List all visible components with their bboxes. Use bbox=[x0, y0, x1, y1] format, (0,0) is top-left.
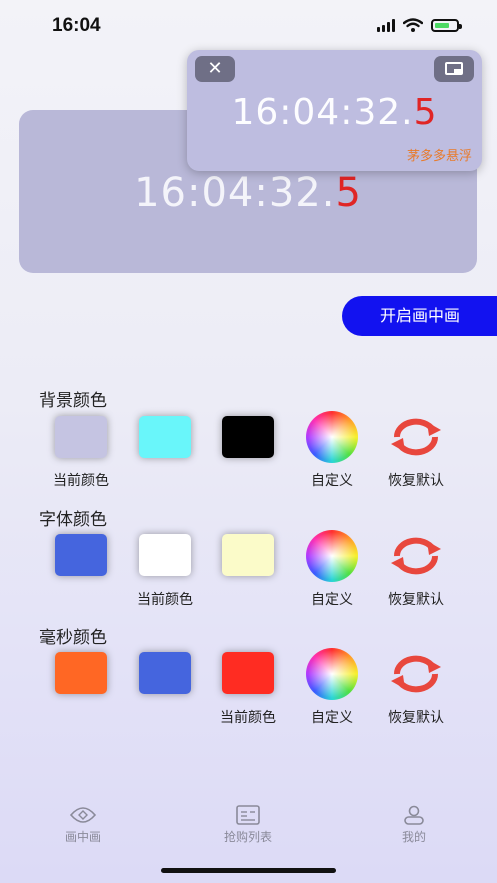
battery-icon bbox=[431, 18, 462, 32]
font-color-title: 字体颜色 bbox=[39, 510, 107, 530]
tab-me-label: 我的 bbox=[401, 830, 426, 844]
close-icon: ✕ bbox=[207, 58, 223, 79]
close-button[interactable]: ✕ bbox=[195, 56, 235, 82]
ms-custom-label: 自定义 bbox=[311, 710, 353, 726]
ms-reset-label: 恢复默认 bbox=[388, 710, 444, 726]
font-custom-color-wheel-icon[interactable] bbox=[306, 530, 358, 582]
bg-reset-icon[interactable] bbox=[389, 416, 443, 458]
preview-clock: 16:04:32.5 bbox=[134, 170, 362, 216]
background-color-title: 背景颜色 bbox=[39, 391, 107, 411]
cellular-signal-icon bbox=[377, 18, 395, 32]
bg-current-label: 当前颜色 bbox=[53, 473, 109, 489]
tab-me[interactable]: 我的 bbox=[384, 805, 444, 845]
bg-swatch-1[interactable] bbox=[55, 416, 107, 458]
ms-custom-color-wheel-icon[interactable] bbox=[306, 648, 358, 700]
ms-reset-icon[interactable] bbox=[389, 653, 443, 695]
person-icon bbox=[404, 805, 424, 825]
bg-custom-color-wheel-icon[interactable] bbox=[306, 411, 358, 463]
wifi-icon bbox=[403, 18, 423, 32]
tab-purchase-list[interactable]: 抢购列表 bbox=[218, 805, 278, 845]
bg-swatch-2[interactable] bbox=[139, 416, 191, 458]
font-swatch-1[interactable] bbox=[55, 534, 107, 576]
eye-icon bbox=[69, 807, 97, 823]
home-indicator bbox=[161, 868, 336, 873]
font-custom-label: 自定义 bbox=[311, 592, 353, 608]
bg-swatch-3[interactable] bbox=[222, 416, 274, 458]
ms-current-label: 当前颜色 bbox=[220, 710, 276, 726]
list-icon bbox=[236, 805, 260, 825]
floating-clock: 16:04:32.5 bbox=[231, 92, 438, 133]
status-time: 16:04 bbox=[52, 15, 101, 36]
tab-purchase-list-label: 抢购列表 bbox=[223, 830, 272, 844]
tab-pip[interactable]: 画中画 bbox=[53, 805, 113, 845]
tab-bar: 画中画 抢购列表 我的 bbox=[0, 795, 497, 855]
restore-button[interactable] bbox=[434, 56, 474, 82]
bg-custom-label: 自定义 bbox=[311, 473, 353, 489]
font-swatch-2[interactable] bbox=[139, 534, 191, 576]
font-current-label: 当前颜色 bbox=[137, 592, 193, 608]
millis-color-title: 毫秒颜色 bbox=[39, 628, 107, 648]
font-reset-label: 恢复默认 bbox=[388, 592, 444, 608]
ms-swatch-3[interactable] bbox=[222, 652, 274, 694]
status-bar: 16:04 bbox=[0, 0, 497, 54]
floating-window[interactable]: ✕ 16:04:32.5 茅多多悬浮 bbox=[187, 50, 482, 171]
tab-pip-label: 画中画 bbox=[64, 830, 101, 844]
font-swatch-3[interactable] bbox=[222, 534, 274, 576]
font-reset-icon[interactable] bbox=[389, 535, 443, 577]
ms-swatch-1[interactable] bbox=[55, 652, 107, 694]
ms-swatch-2[interactable] bbox=[139, 652, 191, 694]
bg-reset-label: 恢复默认 bbox=[388, 473, 444, 489]
start-pip-button[interactable]: 开启画中画 bbox=[342, 296, 497, 336]
brand-label: 茅多多悬浮 bbox=[406, 149, 472, 164]
